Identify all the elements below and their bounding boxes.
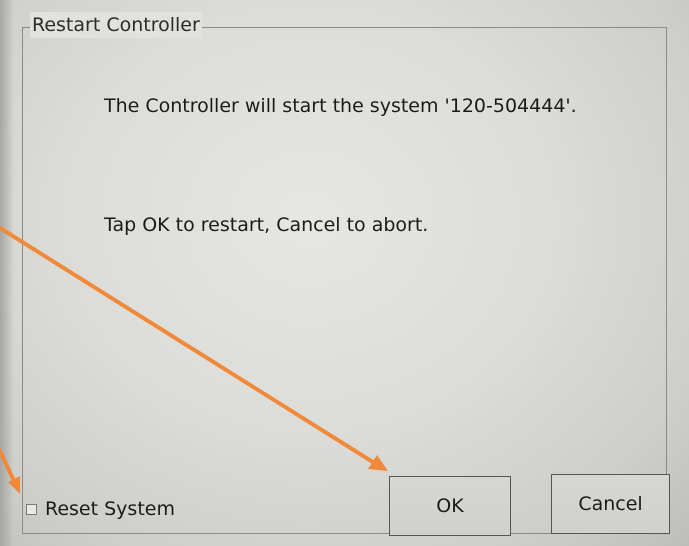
checkbox-box[interactable] (26, 503, 37, 515)
reset-system-checkbox[interactable]: Reset System (26, 496, 175, 522)
message-instructions: Tap OK to restart, Cancel to abort. (104, 214, 429, 236)
group-title: Restart Controller (30, 12, 202, 38)
message-system: The Controller will start the system '12… (104, 95, 577, 117)
cancel-button[interactable]: Cancel (551, 474, 670, 534)
screen-edge-shadow (0, 0, 14, 546)
reset-system-label[interactable]: Reset System (45, 496, 175, 522)
ok-button[interactable]: OK (389, 476, 511, 536)
dialog-window: Restart Controller The Controller will s… (0, 0, 689, 546)
